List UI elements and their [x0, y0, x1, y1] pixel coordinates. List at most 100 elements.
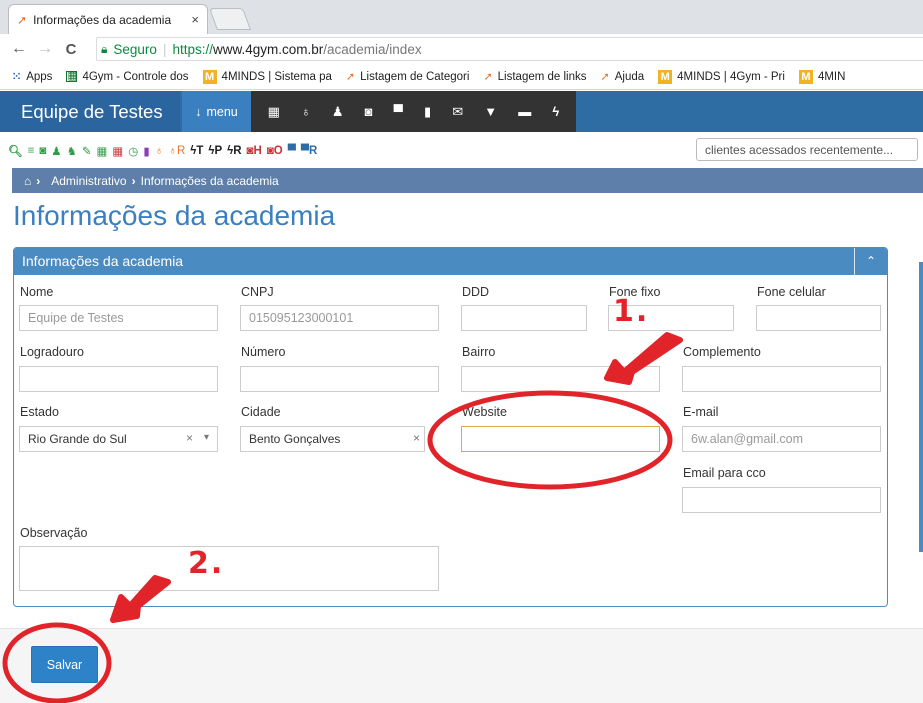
recent-clients-select[interactable]: clientes acessados recentemente... [696, 138, 918, 161]
users-icon[interactable]: ♟ [332, 104, 344, 120]
calendar-alt-icon[interactable]: ▦ [112, 144, 123, 158]
bookmark-4minds-4gym[interactable]: M 4MINDS | 4Gym - Pri [651, 69, 792, 84]
calendar-icon[interactable]: ▦ [268, 104, 280, 120]
home-icon[interactable]: ⌂ [24, 174, 31, 188]
bookmark-4minds-sistema[interactable]: M 4MINDS | Sistema pa [196, 69, 339, 84]
browser-toolbar: ← → C 🔒︎ Seguro | https://www.4gym.com.b… [0, 34, 923, 64]
nome-input[interactable] [19, 305, 218, 331]
breadcrumb-separator: › [131, 173, 136, 188]
site-favicon-icon: ➚ [17, 12, 28, 27]
bairro-input[interactable] [461, 366, 660, 392]
bookmark-listagem-categorias[interactable]: ➚ Listagem de Categori [339, 70, 477, 84]
clear-icon[interactable]: × [186, 431, 193, 445]
quick-actions-bar: 🔍︎ ≡ ◙ ♟ ♞ ✎ ▦ ▦ ◷ ▮ ♁ ♁R ϟT ϟP ϟR ◙H ◙O… [8, 141, 317, 161]
fone-celular-label: Fone celular [757, 285, 826, 299]
stethoscope-icon[interactable]: ♁ [155, 145, 164, 157]
clock-icon[interactable]: ◷ [128, 144, 138, 158]
user-icon[interactable]: ♟ [51, 144, 61, 158]
bolt-r-icon[interactable]: ϟR [227, 145, 241, 157]
bookmark-ajuda[interactable]: ➚ Ajuda [594, 70, 652, 84]
bolt-t-icon[interactable]: ϟT [190, 145, 203, 157]
logradouro-input[interactable] [19, 366, 218, 392]
keyboard-icon[interactable]: ▬ [518, 104, 531, 119]
money-o-icon[interactable]: ◙O [267, 145, 283, 157]
orange-logo-icon: ➚ [483, 71, 493, 83]
secure-label: Seguro [113, 41, 157, 57]
menu-button[interactable]: ↓ menu [182, 91, 251, 132]
money-icon[interactable]: ◙ [365, 104, 373, 119]
cidade-label: Cidade [241, 405, 281, 419]
cart-icon[interactable]: ▀ [394, 104, 403, 119]
list-icon[interactable]: ≡ [28, 145, 35, 157]
m-logo-icon: M [658, 69, 673, 84]
google-sheet-icon: ▦ [66, 70, 78, 82]
app-navbar: Equipe de Testes ↓ menu ▦ ♁ ♟ ◙ ▀ ▮ ✉ ▼ … [0, 91, 923, 132]
bolt-icon[interactable]: ϟ [552, 104, 559, 119]
breadcrumb-administrativo[interactable]: Administrativo [51, 174, 126, 188]
cart-r-icon[interactable]: ▀R [301, 145, 317, 157]
chevron-down-icon[interactable]: ▾ [204, 432, 209, 443]
address-bar[interactable]: 🔒︎ Seguro | https://www.4gym.com.br/acad… [96, 37, 923, 61]
bookmark-4gym-controle[interactable]: ▦ 4Gym - Controle dos [59, 71, 195, 83]
m-logo-icon: M [798, 69, 813, 84]
cart-icon[interactable]: ▀ [288, 145, 296, 157]
orange-logo-icon: ➚ [600, 71, 610, 83]
calendar-icon[interactable]: ▦ [97, 144, 108, 158]
apps-grid-icon: ⁙ [12, 71, 22, 83]
new-tab-button[interactable] [208, 8, 252, 30]
bookmark-apps[interactable]: ⁙ Apps [0, 70, 59, 84]
cnpj-input[interactable] [240, 305, 439, 331]
back-button[interactable]: ← [6, 40, 32, 58]
brand-title[interactable]: Equipe de Testes [0, 91, 180, 132]
fone-celular-input[interactable] [756, 305, 881, 331]
panel-title: Informações da academia ⌃ [14, 248, 887, 275]
email-cco-input[interactable] [682, 487, 881, 513]
money-h-icon[interactable]: ◙H [247, 145, 262, 157]
complemento-label: Complemento [683, 345, 761, 359]
search-icon[interactable]: 🔍︎ [8, 144, 23, 158]
clear-icon[interactable]: × [413, 431, 420, 445]
forward-button[interactable]: → [32, 40, 58, 58]
website-input[interactable] [461, 426, 660, 452]
tab-title: Informações da academia [33, 12, 172, 27]
filter-icon[interactable]: ▼ [484, 104, 497, 119]
nome-label: Nome [20, 285, 54, 299]
browser-tabstrip: ➚ Informações da academia × [0, 0, 923, 34]
tab-close-icon[interactable]: × [191, 12, 199, 27]
observacao-label: Observação [20, 526, 88, 540]
money-icon[interactable]: ◙ [39, 145, 46, 157]
bookmark-icon[interactable]: ▮ [143, 144, 149, 158]
users-icon[interactable]: ♞ [67, 144, 77, 158]
bookmark-4min[interactable]: M 4MIN [792, 69, 852, 84]
observacao-textarea[interactable] [19, 546, 439, 591]
bolt-p-icon[interactable]: ϟP [208, 145, 222, 157]
pencil-icon[interactable]: ✎ [82, 144, 92, 158]
save-button[interactable]: Salvar [31, 646, 98, 683]
address-separator: | [162, 41, 167, 57]
reload-button[interactable]: C [58, 41, 84, 58]
stethoscope-icon[interactable]: ♁ [301, 104, 311, 119]
numero-label: Número [241, 345, 286, 359]
ddd-input[interactable] [461, 305, 587, 331]
email-input[interactable] [682, 426, 881, 452]
bookmark-listagem-links[interactable]: ➚ Listagem de links [476, 70, 593, 84]
numero-input[interactable] [240, 366, 439, 392]
stethoscope-r-icon[interactable]: ♁R [168, 145, 185, 157]
bairro-label: Bairro [462, 345, 496, 359]
estado-label: Estado [20, 405, 59, 419]
estado-select[interactable]: Rio Grande do Sul × ▾ [19, 426, 218, 452]
m-logo-icon: M [202, 69, 217, 84]
browser-tab[interactable]: ➚ Informações da academia × [8, 4, 208, 34]
step-1-label: 1. [613, 294, 650, 329]
breadcrumb: ⌂ › Administrativo › Informações da acad… [12, 168, 923, 193]
collapse-chevron-icon[interactable]: ⌃ [854, 248, 887, 275]
menu-label: menu [206, 104, 238, 119]
page-title: Informações da academia [13, 200, 336, 231]
complemento-input[interactable] [682, 366, 881, 392]
side-panel-edge [919, 262, 923, 552]
envelope-icon[interactable]: ✉ [452, 104, 463, 120]
breadcrumb-separator: › [36, 173, 41, 188]
cidade-select[interactable]: Bento Gonçalves × [240, 426, 425, 452]
file-icon[interactable]: ▮ [424, 104, 431, 120]
logradouro-label: Logradouro [20, 345, 84, 359]
